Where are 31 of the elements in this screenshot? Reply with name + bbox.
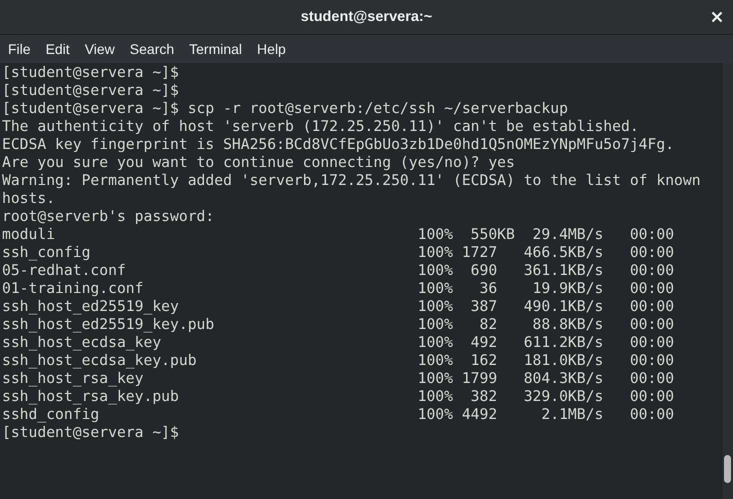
- menu-item[interactable]: Edit: [42, 37, 75, 61]
- scrollbar-thumb[interactable]: [724, 455, 731, 483]
- terminal-line: moduli 100% 550KB 29.4MB/s 00:00: [2, 226, 674, 244]
- window-title: student@servera:~: [300, 9, 432, 25]
- terminal-line: ssh_host_ed25519_key.pub 100% 82 88.8KB/s 00:00: [2, 316, 674, 334]
- terminal-line: ssh_host_ecdsa_key.pub 100% 162 181.0KB/s 00:00: [2, 352, 674, 370]
- menu-item[interactable]: View: [80, 37, 120, 61]
- terminal-line: 05-redhat.conf 100% 690 361.1KB/s 00:00: [2, 262, 674, 280]
- terminal-line: ssh_config 100% 1727 466.5KB/s 00:00: [2, 244, 674, 262]
- terminal-line: [student@servera ~]$: [2, 64, 179, 82]
- terminal-line: hosts.: [2, 190, 56, 208]
- menu-item[interactable]: Terminal: [185, 37, 248, 61]
- terminal-line: ssh_host_rsa_key.pub 100% 382 329.0KB/s 00:00: [2, 388, 674, 406]
- terminal-line: ECDSA key fingerprint is SHA256:BCd8VCfEpGbUo3zb1De0hd1Q5nOMEzYNpMFu5o7j4Fg.: [2, 136, 674, 154]
- terminal-line: 01-training.conf 100% 36 19.9KB/s 00:00: [2, 280, 674, 298]
- terminal-line: [student@servera ~]$: [2, 82, 179, 100]
- close-icon[interactable]: [711, 11, 723, 23]
- terminal-line: The authenticity of host 'serverb (172.25.250.11)' can't be established.: [2, 118, 639, 136]
- terminal-line: sshd_config 100% 4492 2.1MB/s 00:00: [2, 406, 674, 424]
- terminal-line: Warning: Permanently added 'serverb,172.25.250.11' (ECDSA) to the list of known: [2, 172, 701, 190]
- terminal-line: [student@servera ~]$ scp -r root@serverb:/etc/ssh ~/serverbackup: [2, 100, 568, 118]
- menu-item[interactable]: Help: [253, 37, 291, 61]
- terminal-line: Are you sure you want to continue connecting (yes/no)? yes: [2, 154, 515, 172]
- terminal-line: ssh_host_ed25519_key 100% 387 490.1KB/s 00:00: [2, 298, 674, 316]
- menu-item[interactable]: File: [4, 37, 36, 61]
- menu-item[interactable]: Search: [126, 37, 180, 61]
- terminal-line: ssh_host_rsa_key 100% 1799 804.3KB/s 00:00: [2, 370, 674, 388]
- terminal-line: root@serverb's password:: [2, 208, 214, 226]
- scrollbar[interactable]: [721, 63, 733, 499]
- terminal-line: [student@servera ~]$: [2, 424, 179, 442]
- terminal-line: ssh_host_ecdsa_key 100% 492 611.2KB/s 00:00: [2, 334, 674, 352]
